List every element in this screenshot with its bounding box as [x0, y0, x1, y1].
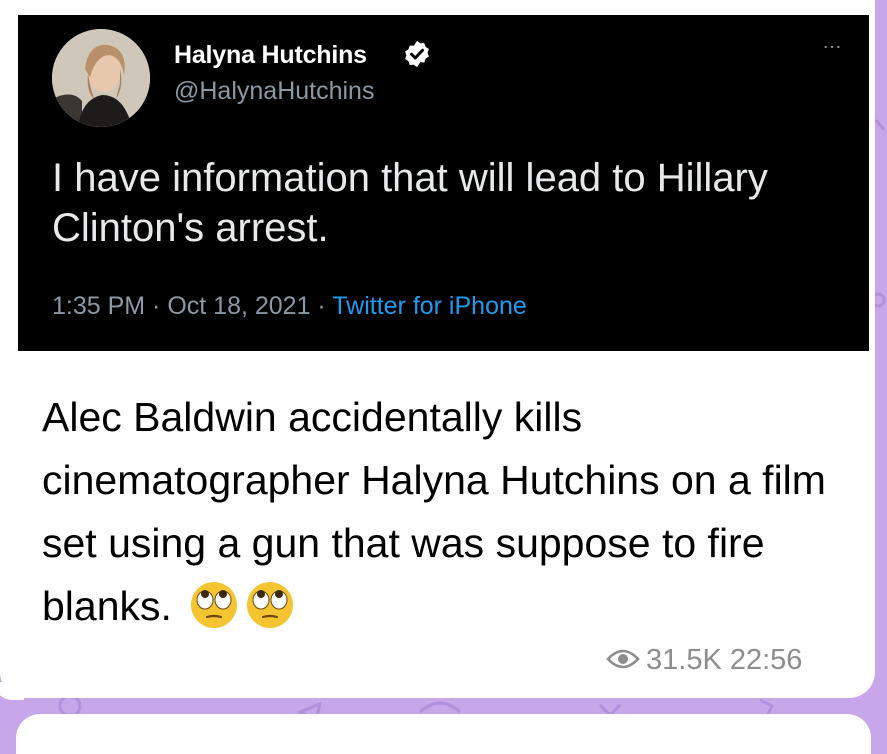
tweet-text: I have information that will lead to Hil…	[52, 156, 768, 250]
tweet-handle[interactable]: @HalynaHutchins	[174, 77, 374, 106]
message-bubble: Halyna Hutchins @HalynaHutchins … I have…	[0, 0, 875, 700]
tweet-metadata: 1:35 PM · Oct 18, 2021 · Twitter for iPh…	[52, 292, 527, 321]
tweet-time: 1:35 PM	[52, 292, 146, 320]
message-time: 22:56	[729, 644, 803, 676]
verified-badge-icon	[405, 40, 429, 68]
message-metadata: 31.5K 22:56	[606, 644, 802, 677]
meta-separator: ·	[310, 292, 333, 320]
bubble-tail	[0, 682, 24, 700]
more-options-icon[interactable]: …	[822, 31, 843, 54]
rolling-eyes-emoji-icon	[191, 582, 238, 628]
message-body: Alec Baldwin accidentally kills cinemato…	[42, 394, 826, 629]
next-message-bubble	[16, 714, 871, 754]
avatar	[52, 29, 150, 127]
tweet-source-link[interactable]: Twitter for iPhone	[332, 292, 527, 320]
meta-separator: ·	[145, 292, 168, 320]
message-text: Alec Baldwin accidentally kills cinemato…	[42, 386, 842, 638]
tweet-author-name[interactable]: Halyna Hutchins	[174, 41, 367, 70]
eye-icon	[606, 649, 640, 669]
tweet-screenshot-image[interactable]: Halyna Hutchins @HalynaHutchins … I have…	[18, 15, 869, 351]
tweet-date: Oct 18, 2021	[167, 292, 311, 320]
view-count: 31.5K	[646, 644, 722, 676]
rolling-eyes-emoji-icon	[247, 582, 294, 628]
